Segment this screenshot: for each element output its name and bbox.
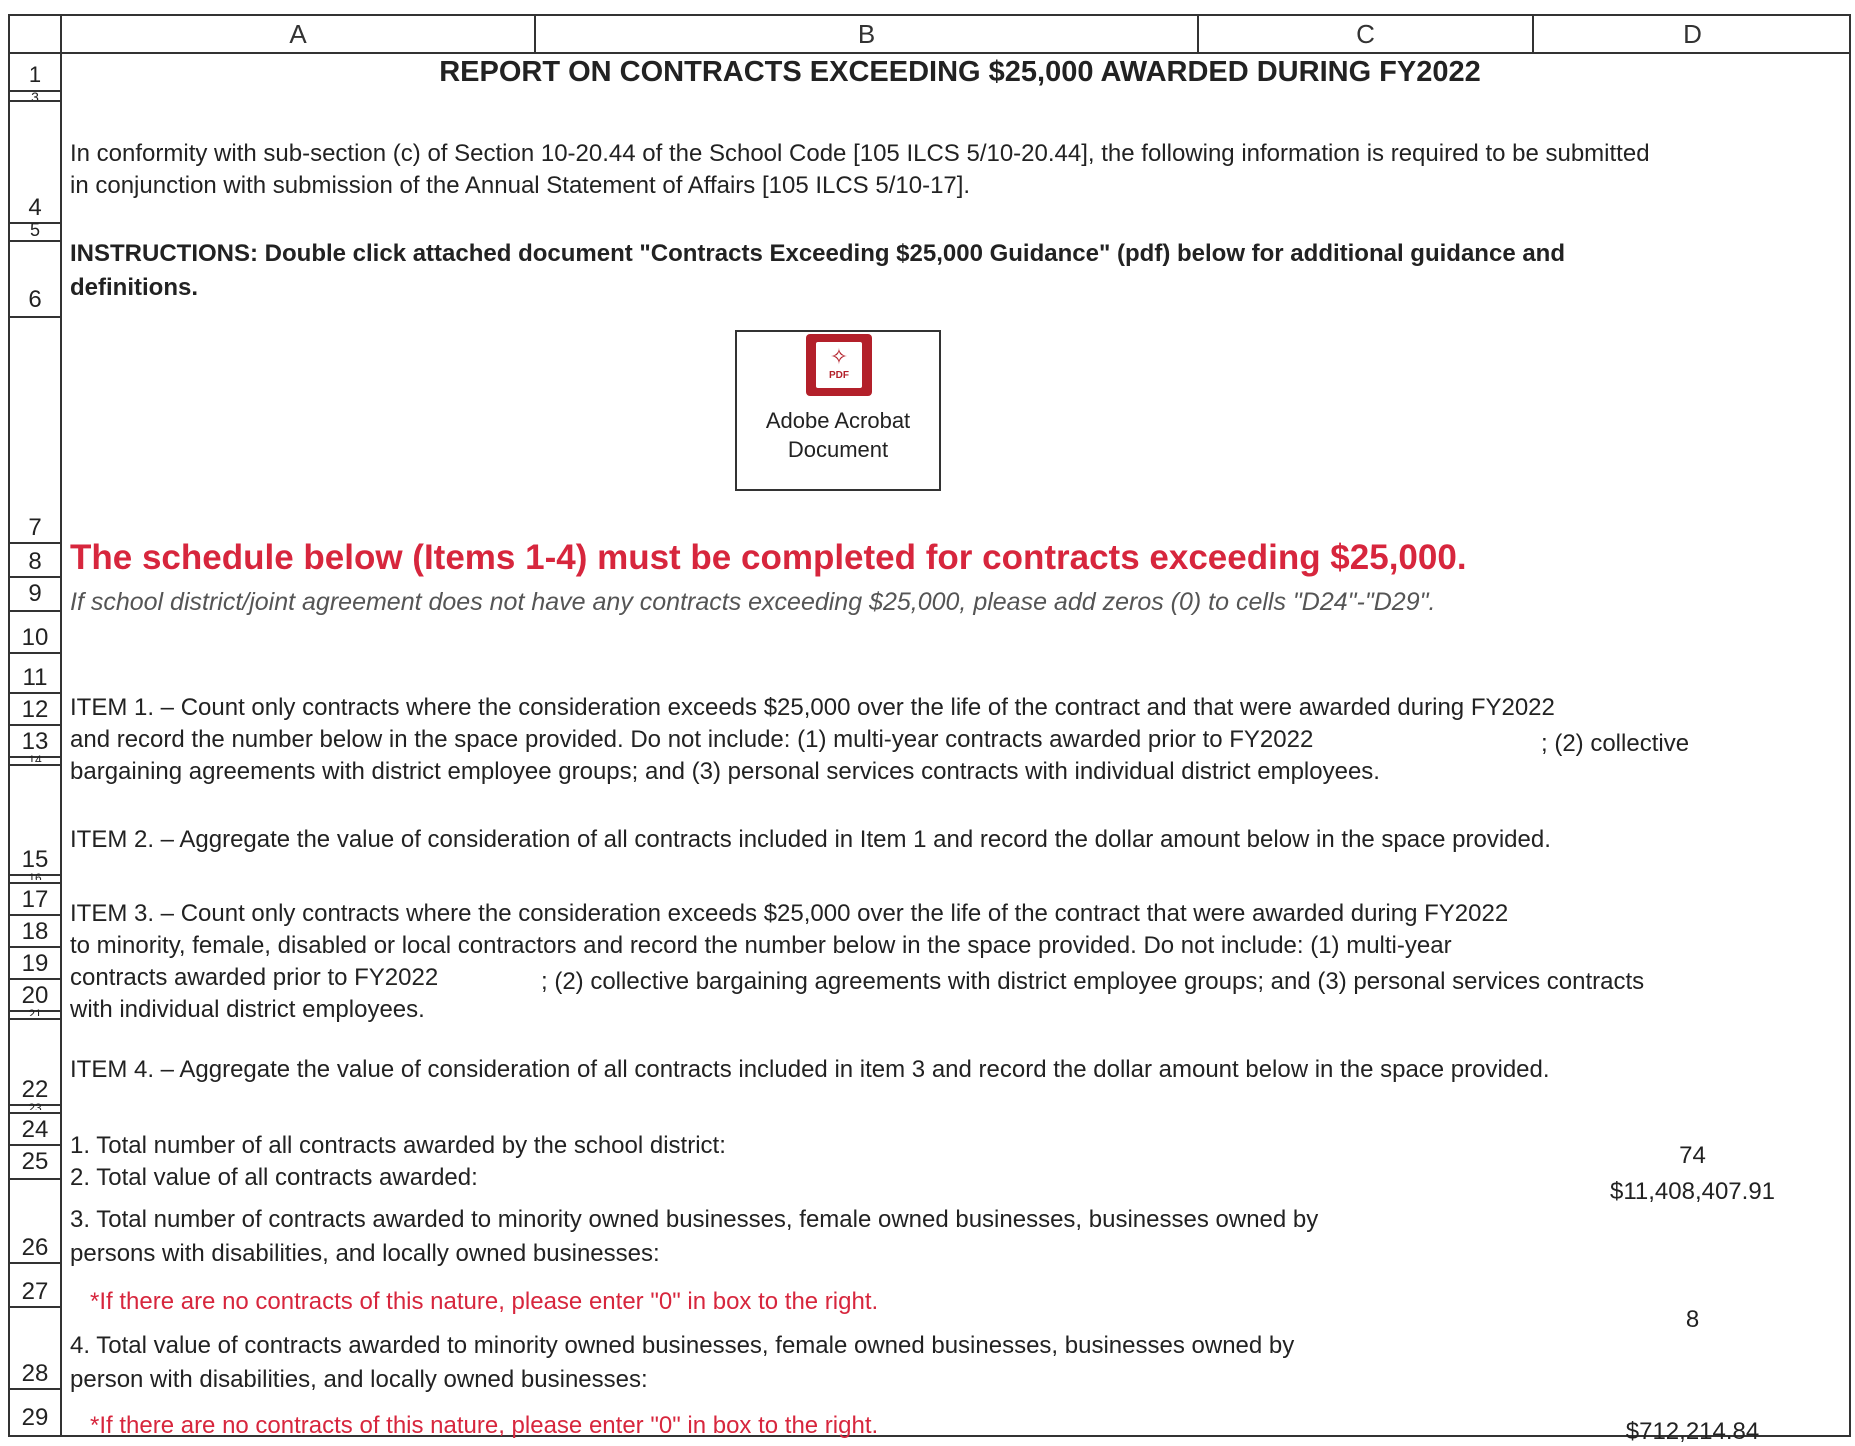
row-divider	[8, 610, 62, 612]
row-header-15[interactable]: 15	[8, 846, 62, 874]
acrobat-logo-icon: ✧	[829, 344, 849, 369]
instructions-line1: INSTRUCTIONS: Double click attached docu…	[70, 240, 1565, 267]
item1-line2: and record the number below in the space…	[70, 726, 1314, 753]
minority-contracts-value[interactable]: $712,214.84	[1534, 1418, 1851, 1446]
question2-label: 2. Total value of all contracts awarded:	[70, 1164, 478, 1191]
schedule-heading: The schedule below (Items 1-4) must be c…	[70, 538, 1467, 577]
row-divider	[8, 1388, 62, 1390]
item3-line2: to minority, female, disabled or local c…	[70, 932, 1452, 959]
attachment-caption-line2: Document	[787, 437, 889, 462]
row-header-29[interactable]: 29	[8, 1404, 62, 1432]
question3-line1: 3. Total number of contracts awarded to …	[70, 1206, 1319, 1233]
row-header-19[interactable]: 19	[8, 950, 62, 978]
column-header-b[interactable]: B	[536, 14, 1199, 54]
question4-line2: person with disabilities, and locally ow…	[70, 1366, 648, 1393]
conformity-text-line2: in conjunction with submission of the An…	[70, 172, 971, 199]
column-header-d[interactable]: D	[1534, 14, 1851, 54]
row-divider	[8, 764, 62, 766]
row-header-14[interactable]: 14	[8, 754, 62, 762]
row-divider	[8, 1262, 62, 1264]
row-divider	[8, 692, 62, 694]
item2-text: ITEM 2. – Aggregate the value of conside…	[70, 826, 1551, 853]
report-title: REPORT ON CONTRACTS EXCEEDING $25,000 AW…	[439, 56, 1481, 88]
row-header-26[interactable]: 26	[8, 1234, 62, 1262]
question3-zero-note: *If there are no contracts of this natur…	[90, 1288, 879, 1315]
item3-line3-suffix: ; (2) collective bargaining agreements w…	[541, 968, 1645, 995]
row-divider	[8, 882, 62, 884]
row-header-22[interactable]: 22	[8, 1076, 62, 1104]
row-divider	[8, 100, 62, 102]
row-header-8[interactable]: 8	[8, 548, 62, 576]
item3-line4: with individual district employees.	[70, 996, 425, 1023]
minority-contracts-count[interactable]: 8	[1534, 1306, 1851, 1334]
question4-zero-note: *If there are no contracts of this natur…	[90, 1412, 879, 1439]
row-header-17[interactable]: 17	[8, 886, 62, 914]
row-header-6[interactable]: 6	[8, 286, 62, 314]
row-divider	[8, 542, 62, 544]
row-header-13[interactable]: 13	[8, 728, 62, 756]
item1-line1: ITEM 1. – Count only contracts where the…	[70, 694, 1555, 721]
column-header-a[interactable]: A	[62, 14, 536, 54]
row-header-24[interactable]: 24	[8, 1116, 62, 1144]
row-header-27[interactable]: 27	[8, 1278, 62, 1306]
row-header-4[interactable]: 4	[8, 194, 62, 222]
row-header-gutter: 1 3 4 5 6 7 8 9 10 11 12 13 14 15 16 17 …	[8, 54, 62, 1437]
row-divider	[8, 978, 62, 980]
row-divider	[8, 240, 62, 242]
attachment-caption: Adobe Acrobat Document	[737, 406, 939, 464]
question4-line1: 4. Total value of contracts awarded to m…	[70, 1332, 1295, 1359]
row-header-23[interactable]: 23	[8, 1102, 62, 1110]
row-header-28[interactable]: 28	[8, 1360, 62, 1388]
row-header-1[interactable]: 1	[8, 62, 62, 88]
row-header-10[interactable]: 10	[8, 624, 62, 652]
question1-label: 1. Total number of all contracts awarded…	[70, 1132, 726, 1159]
instructions-line2: definitions.	[70, 274, 198, 301]
item4-text: ITEM 4. – Aggregate the value of conside…	[70, 1056, 1550, 1083]
row-divider	[8, 1112, 62, 1114]
item1-line3: bargaining agreements with district empl…	[70, 758, 1380, 785]
question3-line2: persons with disabilities, and locally o…	[70, 1240, 660, 1267]
conformity-text-line1: In conformity with sub-section (c) of Se…	[70, 140, 1650, 167]
pdf-badge: PDF	[829, 370, 849, 381]
row-divider	[8, 316, 62, 318]
row-header-5[interactable]: 5	[8, 220, 62, 241]
row-header-18[interactable]: 18	[8, 918, 62, 946]
row-divider	[8, 946, 62, 948]
row-header-7[interactable]: 7	[8, 514, 62, 542]
row-divider	[8, 1144, 62, 1146]
schedule-note: If school district/joint agreement does …	[70, 588, 1436, 616]
attachment-caption-line1: Adobe Acrobat	[765, 408, 911, 433]
select-all-corner[interactable]	[8, 14, 62, 54]
row-divider	[8, 576, 62, 578]
row-header-9[interactable]: 9	[8, 580, 62, 608]
row-header-12[interactable]: 12	[8, 696, 62, 724]
row-header-16[interactable]: 16	[8, 872, 62, 880]
total-contracts-count[interactable]: 74	[1534, 1142, 1851, 1170]
row-divider	[8, 1306, 62, 1308]
row-divider	[8, 724, 62, 726]
pdf-icon: ✧ PDF	[806, 334, 872, 396]
row-header-11[interactable]: 11	[8, 664, 62, 692]
item3-line1: ITEM 3. – Count only contracts where the…	[70, 900, 1509, 927]
row-header-20[interactable]: 20	[8, 982, 62, 1010]
column-header-c[interactable]: C	[1199, 14, 1534, 54]
item3-line3: contracts awarded prior to FY2022	[70, 964, 439, 991]
total-contracts-value[interactable]: $11,408,407.91	[1534, 1178, 1851, 1206]
row-divider	[8, 1178, 62, 1180]
item1-line2-suffix: ; (2) collective	[1541, 730, 1690, 757]
row-header-21[interactable]: 21	[8, 1008, 62, 1016]
spreadsheet: A B C D 1 3 4 5 6 7 8 9 10 11 12 13 14 1…	[8, 14, 1853, 1445]
row-header-25[interactable]: 25	[8, 1148, 62, 1176]
row-divider	[8, 652, 62, 654]
row-divider	[8, 914, 62, 916]
row-divider	[8, 1018, 62, 1020]
pdf-attachment[interactable]: ✧ PDF Adobe Acrobat Document	[735, 330, 941, 491]
